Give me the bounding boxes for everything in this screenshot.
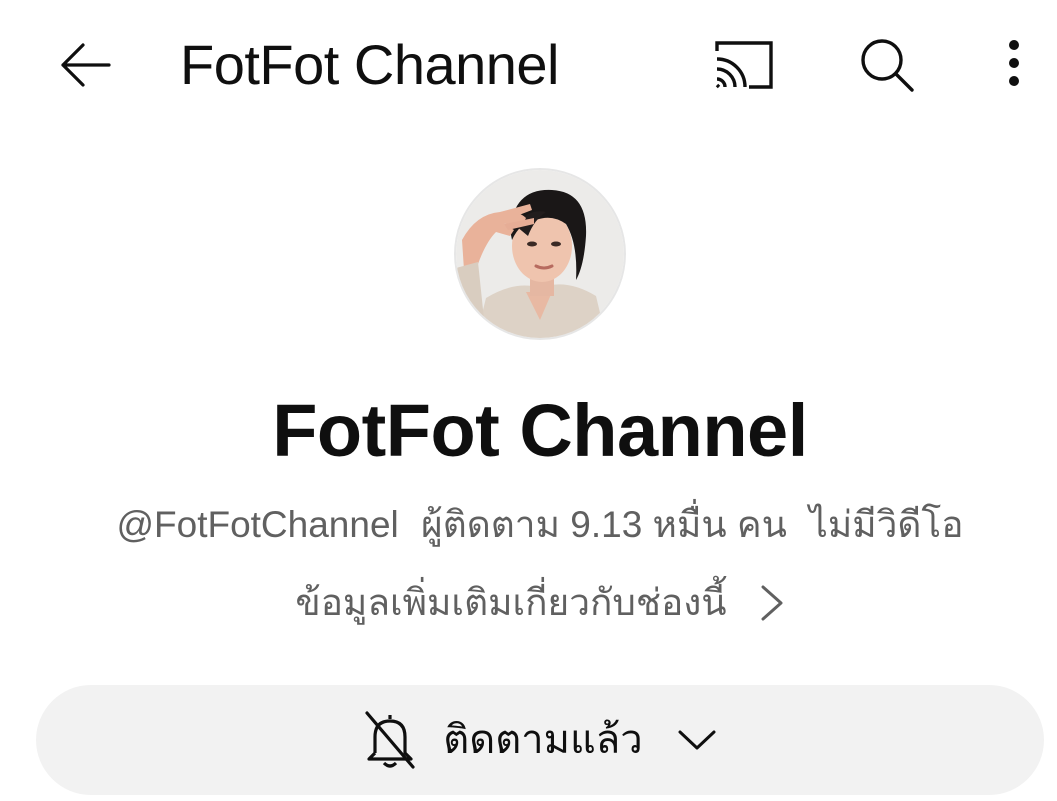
more-options-button[interactable] bbox=[975, 20, 1053, 110]
search-icon bbox=[861, 39, 914, 92]
avatar-photo bbox=[456, 170, 624, 338]
arrow-left-icon bbox=[61, 43, 111, 87]
video-count: ไม่มีวิดีโอ bbox=[809, 504, 964, 545]
channel-avatar[interactable] bbox=[454, 168, 626, 340]
more-info-label: ข้อมูลเพิ่มเติมเกี่ยวกับช่องนี้ bbox=[295, 582, 727, 623]
chevron-down-icon bbox=[677, 728, 717, 752]
channel-handle: @FotFotChannel bbox=[116, 504, 399, 545]
search-button[interactable] bbox=[842, 20, 932, 110]
channel-meta: @FotFotChannel ผู้ติดตาม 9.13 หมื่น คน ไ… bbox=[0, 500, 1057, 550]
cast-button[interactable] bbox=[699, 20, 789, 110]
app-bar: FotFot Channel bbox=[0, 0, 1057, 128]
chevron-right-icon bbox=[759, 583, 785, 623]
subscribed-button[interactable]: ติดตามแล้ว bbox=[36, 685, 1044, 795]
bell-off-icon bbox=[363, 709, 417, 771]
channel-name: FotFot Channel bbox=[272, 389, 808, 472]
subscribed-label: ติดตามแล้ว bbox=[443, 718, 643, 762]
app-bar-title: FotFot Channel bbox=[180, 33, 559, 96]
more-vertical-icon bbox=[1009, 40, 1019, 86]
back-button[interactable] bbox=[40, 20, 130, 110]
subscriber-count: ผู้ติดตาม 9.13 หมื่น คน bbox=[421, 504, 787, 545]
channel-page: FotFot Channel FotFot Channel @FotFotCha… bbox=[0, 0, 1057, 801]
cast-icon bbox=[715, 41, 773, 89]
channel-more-info-link[interactable]: ข้อมูลเพิ่มเติมเกี่ยวกับช่องนี้ bbox=[0, 578, 1057, 628]
